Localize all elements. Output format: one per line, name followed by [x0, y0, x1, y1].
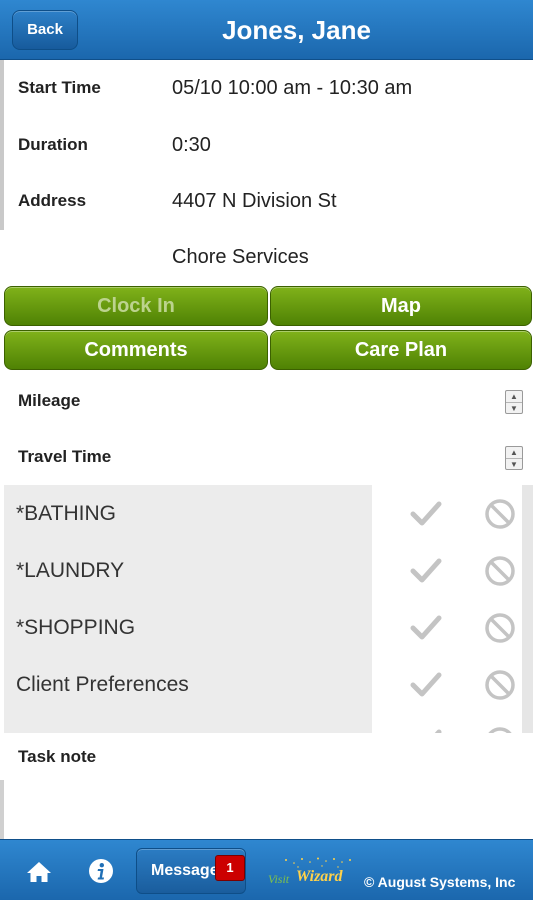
left-edge-bar [0, 780, 4, 840]
start-time-value: 05/10 10:00 am - 10:30 am [172, 77, 413, 99]
messages-button[interactable]: Messages 1 [136, 848, 246, 894]
task-list[interactable]: *BATHING *LAUNDRY *SHOPPING Client Prefe… [4, 485, 372, 733]
not-done-icon[interactable] [484, 669, 516, 701]
address-row: Address 4407 N Division St [0, 173, 533, 229]
duration-value: 0:30 [172, 134, 211, 156]
duration-label: Duration [18, 135, 88, 154]
travel-time-down-arrow-icon[interactable]: ▼ [506, 458, 522, 469]
page-title: Jones, Jane [222, 15, 371, 45]
task-status-row [372, 599, 522, 656]
not-done-icon[interactable] [484, 498, 516, 530]
task-label: *SHOPPING [16, 616, 136, 639]
check-icon[interactable] [410, 556, 442, 584]
task-row: COGNITIVE [4, 713, 372, 733]
task-status-column [372, 485, 522, 733]
task-row: *LAUNDRY [4, 542, 372, 599]
mileage-row: Mileage ▲ ▼ [0, 373, 533, 429]
header-bar: Back Jones, Jane [0, 0, 533, 60]
travel-time-stepper[interactable]: ▲ ▼ [505, 446, 523, 470]
mileage-up-arrow-icon[interactable]: ▲ [506, 391, 522, 402]
travel-time-row: Travel Time ▲ ▼ [0, 429, 533, 485]
task-label: COGNITIVE [16, 713, 132, 733]
logo-text-visit: Visit [268, 872, 290, 886]
task-note-section[interactable]: Task note [0, 733, 533, 839]
back-button[interactable]: Back [12, 10, 78, 50]
visitwizard-logo: Visit Wizard [268, 857, 351, 886]
mileage-down-arrow-icon[interactable]: ▼ [506, 402, 522, 413]
service-value: Chore Services [172, 246, 309, 268]
messages-label: Messages [151, 862, 215, 879]
task-label: *BATHING [16, 502, 116, 525]
not-done-icon[interactable] [484, 612, 516, 644]
mileage-stepper[interactable]: ▲ ▼ [505, 390, 523, 414]
mileage-label: Mileage [18, 391, 81, 410]
task-status-row [372, 713, 522, 733]
address-value: 4407 N Division St [172, 190, 337, 212]
home-icon[interactable] [26, 860, 52, 884]
map-button[interactable]: Map [270, 286, 532, 326]
duration-row: Duration 0:30 [0, 117, 533, 173]
logo-text-wizard: Wizard [296, 868, 344, 885]
clock-in-button[interactable]: Clock In [4, 286, 268, 326]
info-icon[interactable] [88, 858, 114, 884]
task-status-row [372, 485, 522, 542]
task-note-label: Task note [18, 747, 97, 766]
address-label: Address [18, 191, 87, 210]
task-row: *BATHING [4, 485, 372, 542]
start-time-row: Start Time 05/10 10:00 am - 10:30 am [0, 60, 533, 116]
app-screen: Back Jones, Jane Start Time 05/10 10:00 … [0, 0, 533, 900]
copyright-text: © August Systems, Inc [364, 874, 516, 890]
check-icon[interactable] [410, 613, 442, 641]
task-status-row [372, 656, 522, 713]
start-time-label: Start Time [18, 78, 101, 97]
not-done-icon[interactable] [484, 555, 516, 587]
messages-badge: 1 [215, 855, 245, 881]
footer-bar: Messages 1 Visit Wizard © August Systems… [0, 839, 533, 900]
task-row: *SHOPPING [4, 599, 372, 656]
travel-time-label: Travel Time [18, 447, 112, 466]
task-status-row [372, 542, 522, 599]
travel-time-up-arrow-icon[interactable]: ▲ [506, 447, 522, 458]
care-plan-button[interactable]: Care Plan [270, 330, 532, 370]
check-icon[interactable] [410, 499, 442, 527]
not-done-icon[interactable] [484, 726, 516, 733]
task-label: Client Preferences [16, 673, 189, 696]
service-row: Chore Services [0, 229, 533, 285]
task-list-scrollbar[interactable] [522, 485, 533, 733]
comments-button[interactable]: Comments [4, 330, 268, 370]
task-row: Client Preferences [4, 656, 372, 713]
task-label: *LAUNDRY [16, 559, 125, 582]
check-icon[interactable] [410, 670, 442, 698]
